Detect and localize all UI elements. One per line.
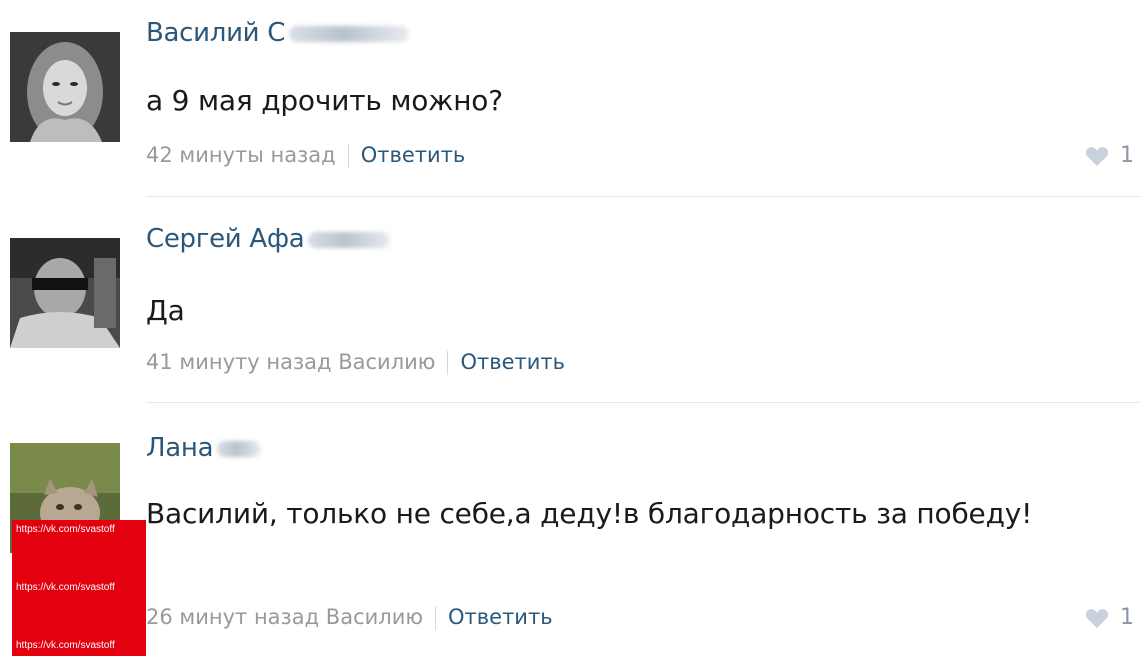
comment-author[interactable]: Сергей Афа xyxy=(146,224,391,254)
comment-time[interactable]: 26 минут назад xyxy=(146,605,319,629)
reply-button[interactable]: Ответить xyxy=(448,605,553,629)
redacted-name-blur xyxy=(289,25,410,42)
comment-item: Лана Василий, только не себе,а деду!в бл… xyxy=(0,405,1140,661)
reply-to-link[interactable]: Василию xyxy=(326,605,423,629)
avatar-photo-icon xyxy=(10,238,120,348)
comment-meta: 41 минуту назад Василию Ответить xyxy=(146,350,565,375)
author-name[interactable]: Сергей Афа xyxy=(146,224,305,254)
comment-divider xyxy=(146,196,1140,197)
author-name[interactable]: Лана xyxy=(146,433,214,463)
comment-meta: 42 минуты назад Ответить xyxy=(146,143,465,168)
reply-button[interactable]: Ответить xyxy=(361,143,466,167)
redacted-name-blur xyxy=(217,440,262,457)
reply-button[interactable]: Ответить xyxy=(460,350,565,374)
like-button[interactable]: 1 xyxy=(1084,605,1134,630)
comment-author[interactable]: Лана xyxy=(146,433,262,463)
comment-time[interactable]: 42 минуты назад xyxy=(146,143,336,167)
comment-text: Да xyxy=(146,294,185,327)
meta-separator xyxy=(447,351,449,375)
comment-author[interactable]: Василий С xyxy=(146,18,410,48)
comment-meta: 26 минут назад Василию Ответить xyxy=(146,605,553,630)
avatar[interactable] xyxy=(10,238,120,348)
comment-item: Василий С а 9 мая дрочить можно? 42 мину… xyxy=(0,0,1140,200)
watermark-text: https://vk.com/svastoff xyxy=(16,524,115,535)
meta-separator xyxy=(347,144,349,168)
heart-icon xyxy=(1085,609,1109,628)
watermark-text: https://vk.com/svastoff xyxy=(16,640,115,651)
reply-to-link[interactable]: Василию xyxy=(338,350,435,374)
like-count: 1 xyxy=(1120,605,1134,630)
author-name[interactable]: Василий С xyxy=(146,18,285,48)
heart-icon xyxy=(1085,147,1109,166)
comment-text: а 9 мая дрочить можно? xyxy=(146,84,503,117)
avatar[interactable] xyxy=(10,32,120,142)
like-button[interactable]: 1 xyxy=(1084,143,1134,168)
comment-text: Василий, только не себе,а деду!в благода… xyxy=(146,497,1033,530)
watermark-text: https://vk.com/svastoff xyxy=(16,582,115,593)
avatar-photo-icon xyxy=(10,32,120,142)
comment-time[interactable]: 41 минуту назад xyxy=(146,350,332,374)
redacted-name-blur xyxy=(308,231,391,248)
comment-divider xyxy=(146,402,1140,403)
comment-item: Сергей Афа Да 41 минуту назад Василию Отв… xyxy=(0,200,1140,405)
watermark-stamp: https://vk.com/svastoff https://vk.com/s… xyxy=(12,520,146,656)
meta-separator xyxy=(435,606,437,630)
like-count: 1 xyxy=(1120,143,1134,168)
